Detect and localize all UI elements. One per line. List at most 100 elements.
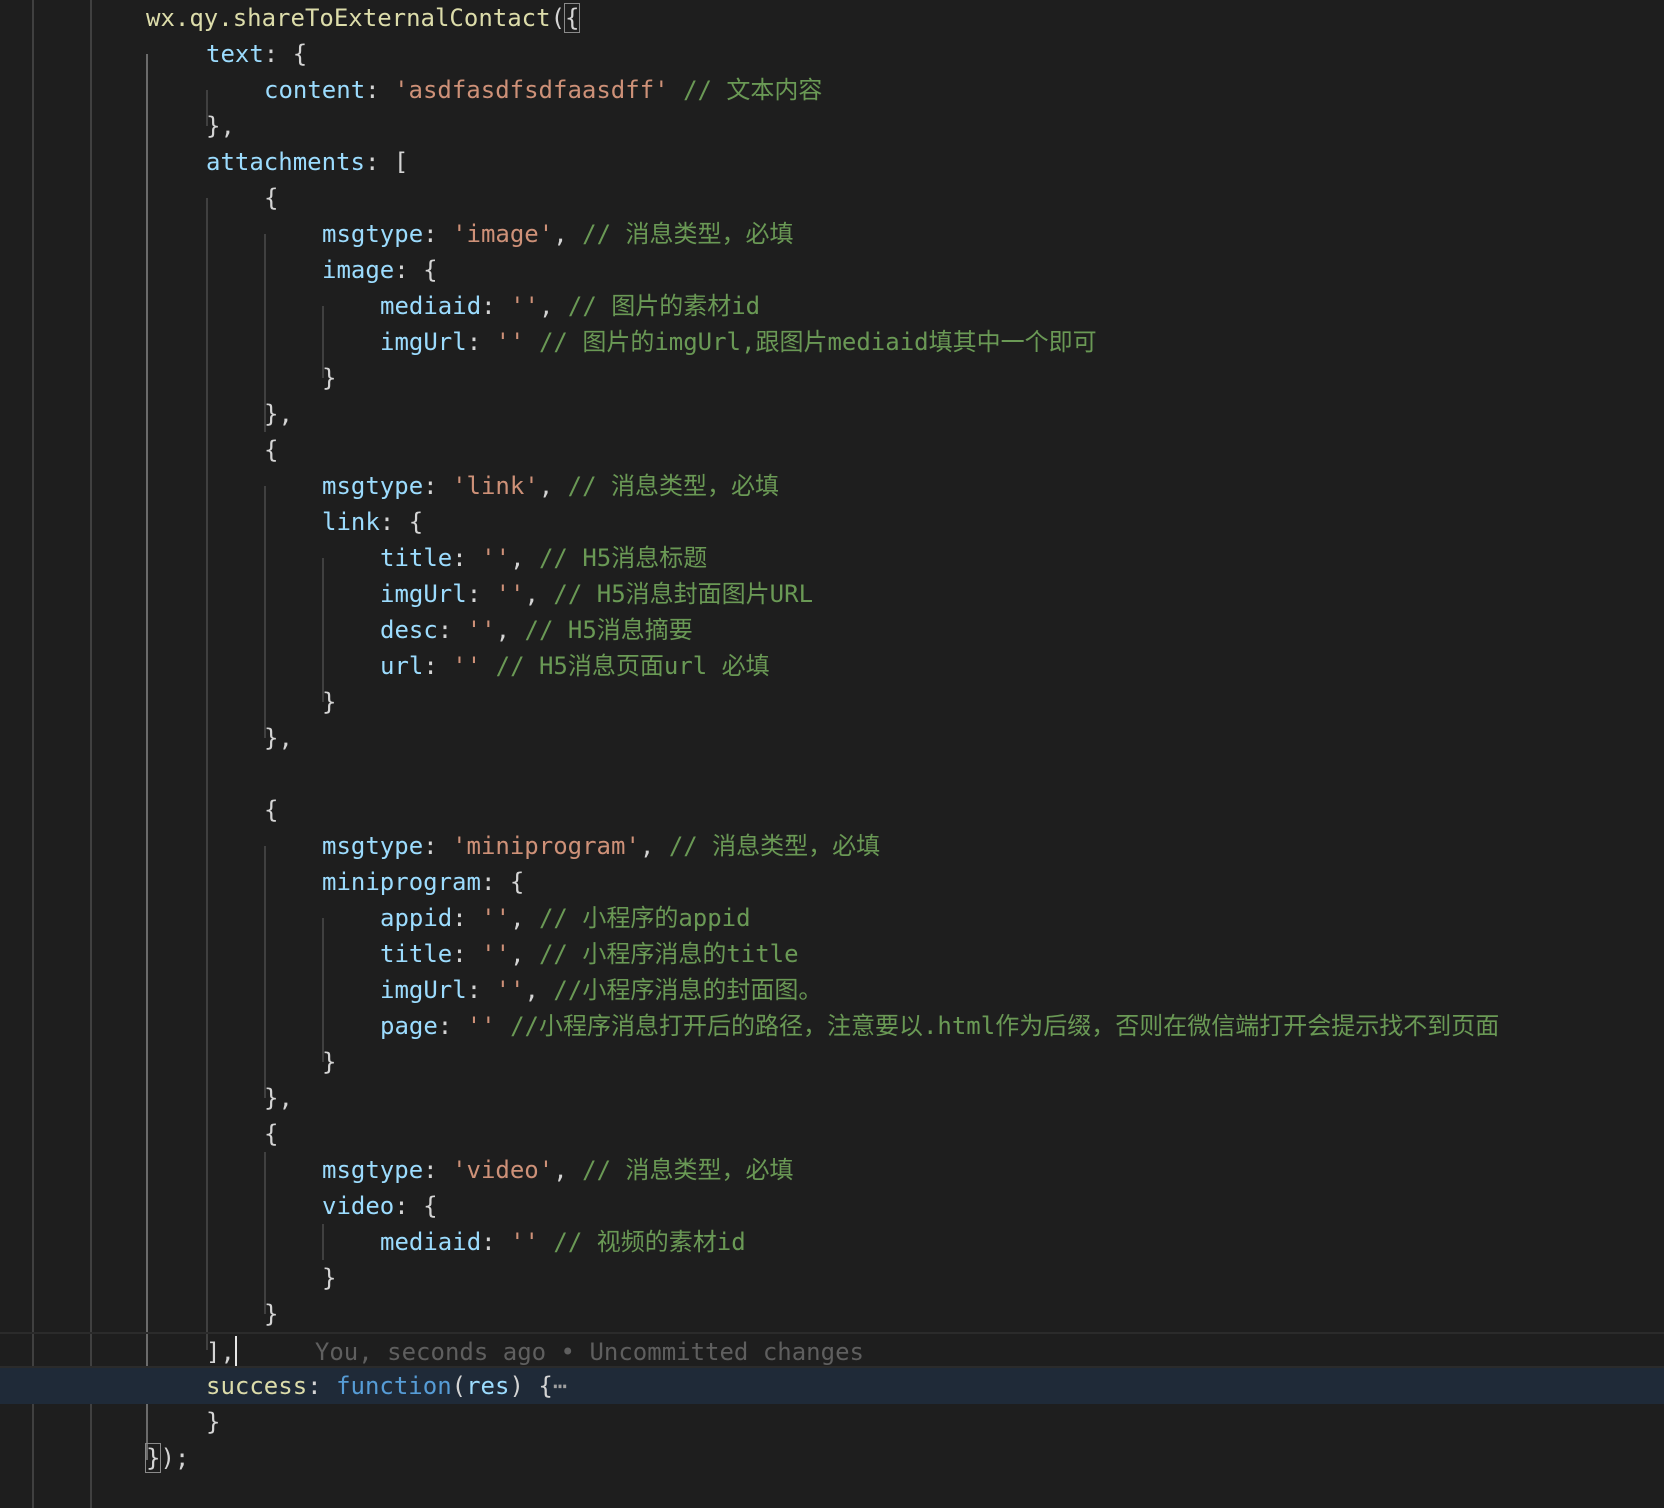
- code-token: :: [423, 220, 453, 248]
- code-token: image: [322, 256, 395, 284]
- code-token: '': [495, 580, 525, 608]
- code-token: ,: [524, 580, 554, 608]
- code-line[interactable]: image: {: [0, 252, 1664, 288]
- code-token: '': [466, 616, 496, 644]
- code-token: ,: [510, 544, 539, 572]
- code-line[interactable]: }: [0, 1404, 1664, 1440]
- code-line[interactable]: }: [0, 1296, 1664, 1332]
- code-line[interactable]: }: [0, 684, 1664, 720]
- code-token: //小程序消息打开后的路径，注意要以.html作为后缀，否则在微信端打开会提示找…: [510, 1012, 1500, 1040]
- code-token: page: [380, 1012, 438, 1040]
- code-line[interactable]: title: '', // 小程序消息的title: [0, 936, 1664, 972]
- code-token: :: [481, 292, 511, 320]
- code-line[interactable]: msgtype: 'link', // 消息类型，必填: [0, 468, 1664, 504]
- code-line[interactable]: }: [0, 360, 1664, 396]
- code-line[interactable]: }: [0, 1044, 1664, 1080]
- code-token: :: [437, 1012, 467, 1040]
- code-token: :: [423, 652, 453, 680]
- code-token: msgtype: [322, 472, 424, 500]
- code-token: '': [495, 328, 525, 356]
- code-line[interactable]: page: '' //小程序消息打开后的路径，注意要以.html作为后缀，否则在…: [0, 1008, 1664, 1044]
- folded-code-ellipsis[interactable]: ⋯: [553, 1372, 567, 1400]
- code-token: {: [264, 1120, 279, 1148]
- code-line[interactable]: }: [0, 1260, 1664, 1296]
- code-line[interactable]: imgUrl: '', //小程序消息的封面图。: [0, 972, 1664, 1008]
- code-line[interactable]: msgtype: 'video', // 消息类型，必填: [0, 1152, 1664, 1188]
- code-line[interactable]: msgtype: 'miniprogram', // 消息类型，必填: [0, 828, 1664, 864]
- code-line[interactable]: success: function(res) {⋯: [0, 1368, 1664, 1404]
- code-token: msgtype: [322, 1156, 424, 1184]
- code-token: // 小程序的appid: [538, 904, 751, 932]
- code-line[interactable]: mediaid: '', // 图片的素材id: [0, 288, 1664, 324]
- code-line[interactable]: },: [0, 720, 1664, 756]
- code-token: // 图片的素材id: [567, 292, 761, 320]
- code-line[interactable]: });: [0, 1440, 1664, 1476]
- code-token: :: [452, 940, 482, 968]
- code-token: :: [452, 544, 482, 572]
- code-line[interactable]: attachments: [: [0, 144, 1664, 180]
- code-token: },: [264, 400, 293, 428]
- code-line[interactable]: wx.qy.shareToExternalContact({: [0, 0, 1664, 36]
- code-token: :: [466, 976, 496, 1004]
- matched-bracket: }: [144, 1443, 162, 1473]
- code-token: res: [466, 1372, 510, 1400]
- code-line[interactable]: {: [0, 432, 1664, 468]
- code-token: 'video': [452, 1156, 554, 1184]
- code-line[interactable]: miniprogram: {: [0, 864, 1664, 900]
- code-token: // 图片的imgUrl,跟图片mediaid填其中一个即可: [538, 328, 1097, 356]
- code-token: 'asdfasdfsdfaasdff': [394, 76, 669, 104]
- code-token: text: [206, 40, 264, 68]
- code-line[interactable]: [0, 756, 1664, 792]
- code-line[interactable]: ], You, seconds ago • Uncommitted changes: [0, 1332, 1664, 1368]
- code-line[interactable]: },: [0, 1080, 1664, 1116]
- code-line[interactable]: text: {: [0, 36, 1664, 72]
- code-token: title: [380, 544, 453, 572]
- code-token: // 消息类型，必填: [668, 832, 881, 860]
- code-token: // 消息类型，必填: [567, 472, 780, 500]
- code-token: }: [322, 364, 337, 392]
- code-line[interactable]: desc: '', // H5消息摘要: [0, 612, 1664, 648]
- code-line[interactable]: mediaid: '' // 视频的素材id: [0, 1224, 1664, 1260]
- code-line[interactable]: imgUrl: '', // H5消息封面图片URL: [0, 576, 1664, 612]
- code-token: mediaid: [380, 292, 482, 320]
- code-token: //小程序消息的封面图。: [553, 976, 823, 1004]
- code-line[interactable]: },: [0, 108, 1664, 144]
- code-token: link: [322, 508, 380, 536]
- code-line[interactable]: content: 'asdfasdfsdfaasdff' // 文本内容: [0, 72, 1664, 108]
- code-line[interactable]: link: {: [0, 504, 1664, 540]
- code-token: '': [495, 976, 525, 1004]
- code-line[interactable]: appid: '', // 小程序的appid: [0, 900, 1664, 936]
- code-token: ,: [639, 832, 669, 860]
- code-token: success: [206, 1372, 308, 1400]
- code-line[interactable]: {: [0, 180, 1664, 216]
- code-token: ,: [553, 1156, 583, 1184]
- code-token: ,: [510, 904, 539, 932]
- code-token: ,: [524, 976, 554, 1004]
- code-token: '': [481, 904, 511, 932]
- code-editor[interactable]: wx.qy.shareToExternalContact({text: {con…: [0, 0, 1664, 1508]
- code-line[interactable]: },: [0, 396, 1664, 432]
- code-token: ) {: [509, 1372, 553, 1400]
- code-line[interactable]: {: [0, 792, 1664, 828]
- code-token: : [: [364, 148, 409, 176]
- code-line[interactable]: url: '' // H5消息页面url 必填: [0, 648, 1664, 684]
- code-line[interactable]: title: '', // H5消息标题: [0, 540, 1664, 576]
- code-token: '': [481, 940, 511, 968]
- code-token: : {: [480, 868, 525, 896]
- code-token: :: [423, 832, 453, 860]
- code-token: miniprogram: [322, 868, 481, 896]
- code-token: '': [481, 544, 511, 572]
- code-token: :: [466, 580, 496, 608]
- code-token: {: [264, 796, 279, 824]
- code-line[interactable]: video: {: [0, 1188, 1664, 1224]
- code-token: (: [451, 1372, 467, 1400]
- code-token: video: [322, 1192, 395, 1220]
- code-token: :: [423, 472, 453, 500]
- code-line[interactable]: msgtype: 'image', // 消息类型，必填: [0, 216, 1664, 252]
- code-token: },: [206, 112, 235, 140]
- code-token: : {: [379, 508, 424, 536]
- code-token: :: [307, 1372, 337, 1400]
- code-line[interactable]: {: [0, 1116, 1664, 1152]
- code-line[interactable]: imgUrl: '' // 图片的imgUrl,跟图片mediaid填其中一个即…: [0, 324, 1664, 360]
